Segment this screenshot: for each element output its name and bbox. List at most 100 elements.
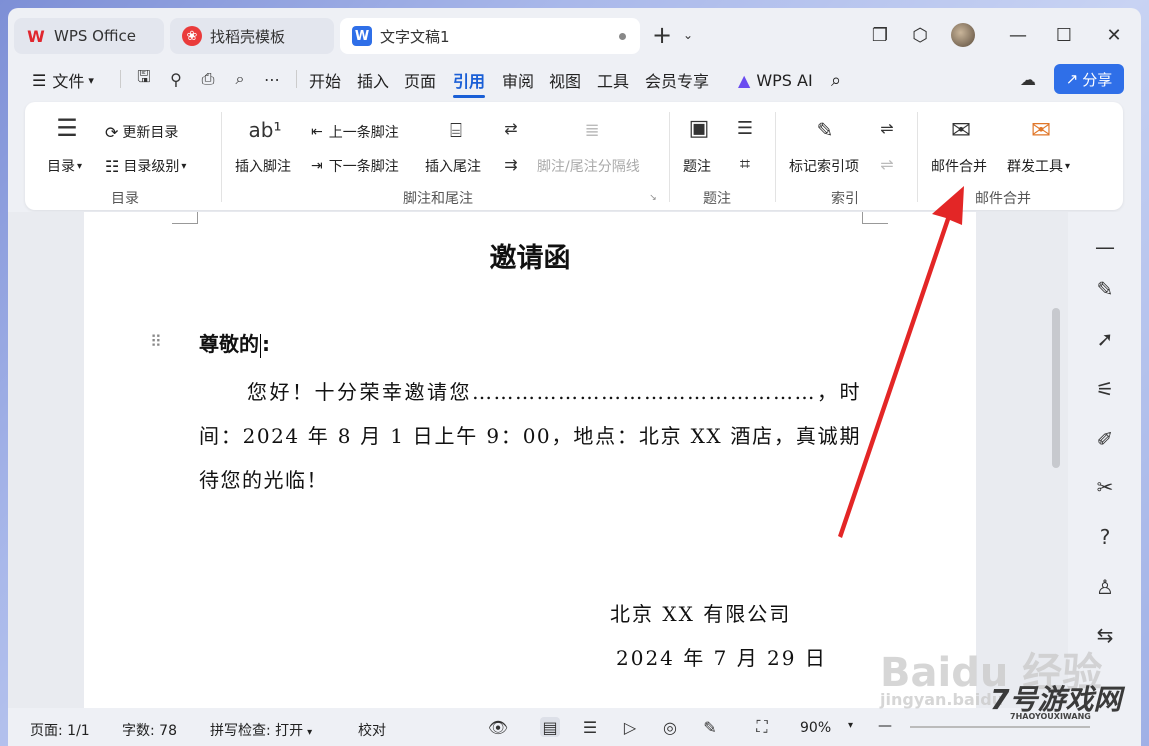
note-format-icon[interactable]: ⇉ — [499, 152, 523, 176]
zoom-chevron-icon[interactable]: ▾ — [848, 720, 853, 731]
outline-view-icon[interactable]: ☰ — [580, 717, 600, 737]
insert-index-icon[interactable]: ⇌ — [875, 116, 899, 140]
site-sub-watermark: 7HAOYOUXIWANG — [1010, 712, 1091, 721]
toc-level-button[interactable]: ☷ 目录级别 ▾ — [105, 156, 186, 176]
caption-list-icon[interactable]: ☰ — [733, 116, 757, 140]
ribbon-panel: ☰ 目录 ▾ ⟳ 更新目录 ☷ 目录级别 ▾ 目录 ab¹ 插入脚注 ⇤ 上一条脚注 … — [25, 102, 1123, 210]
shirt-icon[interactable]: ♙ — [1092, 574, 1118, 600]
tab-wps-office[interactable]: W WPS Office — [14, 18, 164, 54]
eye-icon[interactable]: 👁 — [488, 717, 508, 737]
tab-document-active[interactable]: W 文字文稿1 — [340, 18, 640, 54]
cross-reference-icon[interactable]: ⌗ — [733, 152, 757, 176]
wps-ai-label: WPS AI — [756, 70, 813, 90]
mail-merge-icon: ✉ — [950, 116, 972, 144]
tools-icon[interactable]: ✂ — [1092, 474, 1118, 500]
collapse-icon[interactable]: — — [1092, 234, 1118, 260]
tab-start[interactable]: 开始 — [309, 67, 341, 93]
next-footnote-button[interactable]: ⇥ 下一条脚注 — [311, 156, 399, 176]
adjust-icon[interactable]: ⚟ — [1092, 376, 1118, 402]
insert-endnote-button[interactable]: 插入尾注 — [425, 156, 481, 176]
pen-icon[interactable]: ✎ — [1092, 276, 1118, 302]
select-cursor-icon[interactable]: ➚ — [1092, 326, 1118, 352]
docer-icon: ❀ — [182, 26, 202, 46]
word-count[interactable]: 字数: 78 — [122, 720, 177, 740]
close-icon[interactable]: ✕ — [1104, 25, 1124, 46]
body-paragraph[interactable]: 您好！十分荣幸邀请您…………………………………………，时间：2024 年 8 月… — [199, 370, 861, 502]
share-button[interactable]: ↗ 分享 — [1054, 64, 1124, 94]
bulk-send-icon: ✉ — [1030, 116, 1052, 144]
tab-label: WPS Office — [54, 27, 136, 45]
tab-page[interactable]: 页面 — [404, 67, 436, 93]
tab-tools[interactable]: 工具 — [597, 67, 629, 93]
status-bar: 页面: 1/1 字数: 78 拼写检查: 打开 ▾ 校对 👁 ▤ ☰ ▷ ◎ ✎ … — [8, 708, 1141, 746]
drag-handle-icon[interactable]: ⠿ — [150, 332, 162, 351]
group-divider — [669, 112, 670, 202]
page-view-icon[interactable]: ▤ — [540, 717, 560, 737]
mark-index-icon: ✎ — [816, 118, 834, 142]
proofread-button[interactable]: 校对 — [358, 720, 386, 740]
tab-member[interactable]: 会员专享 — [645, 67, 709, 93]
note-separator-button[interactable]: 脚注/尾注分隔线 — [537, 156, 640, 176]
zoom-level[interactable]: 90% — [800, 720, 831, 736]
tab-insert[interactable]: 插入 — [357, 67, 389, 93]
baidu-url-watermark: jingyan.baidu — [880, 690, 1004, 709]
play-icon[interactable]: ▷ — [620, 717, 640, 737]
bulk-send-button[interactable]: 群发工具 ▾ — [1007, 156, 1070, 176]
title-bar: W WPS Office ❀ 找稻壳模板 W 文字文稿1 + ⌄ ❐ ⬡ — ☐… — [8, 8, 1141, 60]
group-label-toc: 目录 — [111, 191, 139, 207]
right-sidebar: — ✎ ➚ ⚟ ✐ ✂ ? ♙ ⇆ — [1068, 212, 1141, 712]
text-cursor — [260, 333, 261, 358]
tab-review[interactable]: 审阅 — [502, 67, 534, 93]
cloud-icon[interactable]: ☁ — [1018, 69, 1038, 89]
group-label-index: 索引 — [831, 191, 859, 207]
spell-check-toggle[interactable]: 拼写检查: 打开 ▾ — [210, 720, 312, 740]
wps-ai-button[interactable]: ▲ WPS AI — [738, 67, 813, 93]
zoom-slider-track[interactable] — [910, 726, 1090, 728]
prev-footnote-icon: ⇤ — [311, 124, 323, 140]
company-name[interactable]: 北京 XX 有限公司 — [610, 598, 791, 627]
convert-note-icon[interactable]: ⇄ — [499, 116, 523, 140]
word-doc-icon: W — [352, 26, 372, 46]
fit-screen-icon[interactable]: ⛶ — [752, 717, 772, 737]
document-page[interactable]: 邀请函 ⠿ 尊敬的: 您好！十分荣幸邀请您…………………………………………，时间… — [84, 212, 976, 712]
toc-button[interactable]: 目录 ▾ — [47, 156, 82, 176]
dialog-launcher-icon[interactable]: ↘ — [647, 192, 659, 204]
zoom-out-icon[interactable]: — — [878, 718, 892, 734]
endnote-icon: ⌸ — [450, 118, 462, 142]
new-tab-button[interactable]: + — [652, 21, 672, 49]
help-icon[interactable]: ? — [1092, 524, 1118, 550]
cube-icon[interactable]: ⬡ — [910, 25, 930, 46]
avatar[interactable] — [951, 23, 975, 47]
maximize-icon[interactable]: ☐ — [1054, 25, 1074, 46]
tab-list-chevron-icon[interactable]: ⌄ — [678, 25, 698, 45]
mail-merge-button[interactable]: 邮件合并 — [931, 156, 987, 176]
update-toc-button[interactable]: ⟳ 更新目录 — [105, 122, 178, 142]
caption-button[interactable]: 题注 — [683, 156, 711, 176]
sign-date[interactable]: 2024 年 7 月 29 日 — [616, 642, 827, 671]
group-label-mail: 邮件合并 — [975, 191, 1031, 207]
wps-window: W WPS Office ❀ 找稻壳模板 W 文字文稿1 + ⌄ ❐ ⬡ — ☐… — [8, 8, 1141, 746]
window-restore-icon[interactable]: ❐ — [870, 25, 890, 46]
tab-references[interactable]: 引用 — [453, 67, 486, 98]
insert-footnote-button[interactable]: 插入脚注 — [235, 156, 291, 176]
mark-index-button[interactable]: 标记索引项 — [789, 156, 859, 176]
vertical-scrollbar[interactable] — [1052, 308, 1060, 468]
tab-view[interactable]: 视图 — [549, 67, 581, 93]
greeting-line[interactable]: 尊敬的: — [199, 328, 270, 358]
minimize-icon[interactable]: — — [1008, 25, 1028, 46]
document-title: 邀请函 — [489, 243, 571, 274]
tab-docer[interactable]: ❀ 找稻壳模板 — [170, 18, 334, 54]
next-footnote-icon: ⇥ — [311, 158, 323, 174]
web-view-icon[interactable]: ◎ — [660, 717, 680, 737]
ai-brush-icon[interactable]: ✐ — [1092, 426, 1118, 452]
search-icon[interactable]: ⌕ — [831, 67, 841, 93]
share-icon: ↗ — [1065, 70, 1079, 88]
tab-label: 文字文稿1 — [380, 27, 450, 46]
tab-label: 找稻壳模板 — [210, 27, 286, 46]
page-count[interactable]: 页面: 1/1 — [30, 720, 90, 740]
list-level-icon: ☷ — [105, 156, 120, 176]
update-index-icon[interactable]: ⇌ — [875, 152, 899, 176]
prev-footnote-button[interactable]: ⇤ 上一条脚注 — [311, 122, 399, 142]
wps-logo-icon: W — [27, 26, 45, 46]
write-mode-icon[interactable]: ✎ — [700, 717, 720, 737]
